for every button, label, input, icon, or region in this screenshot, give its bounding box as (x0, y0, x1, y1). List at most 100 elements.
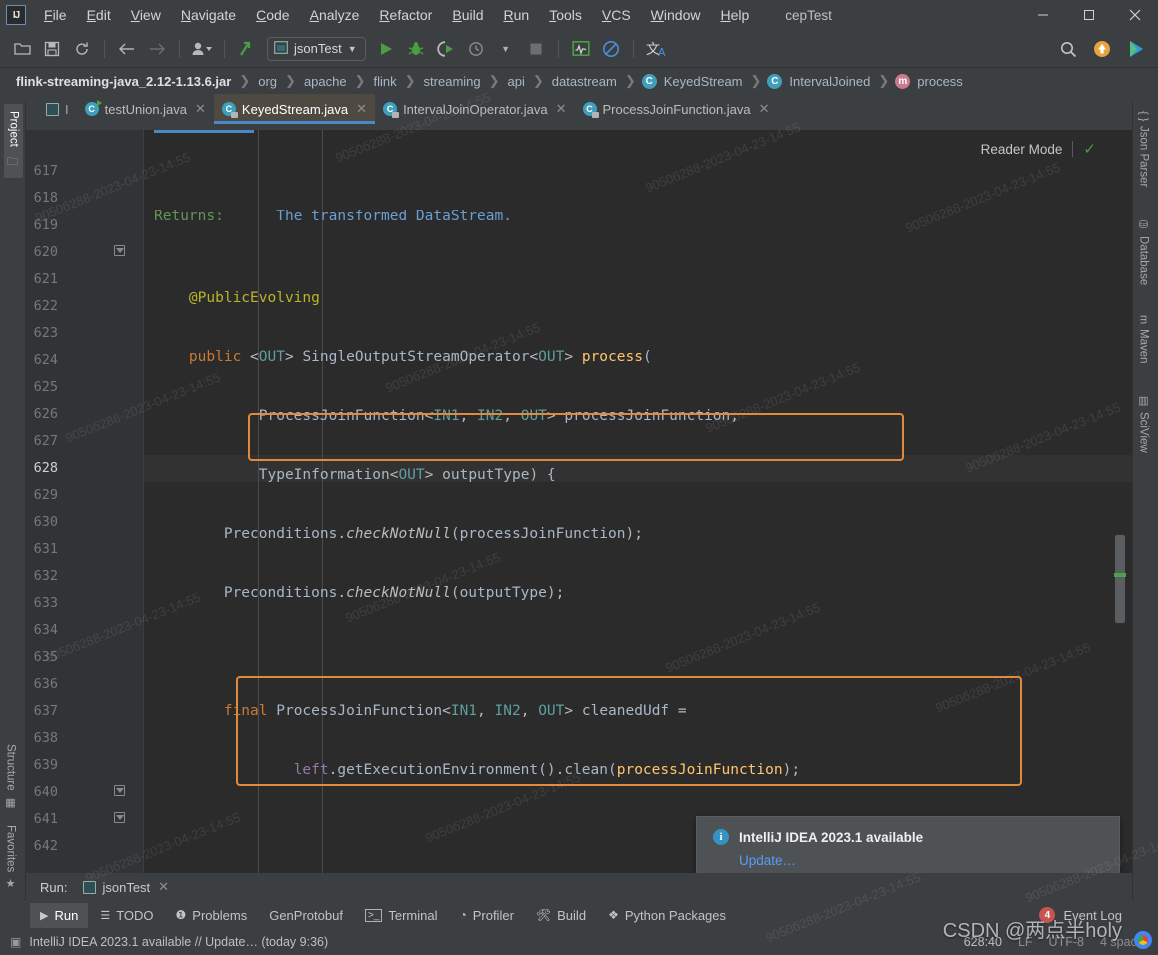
vcs-user-icon[interactable] (188, 36, 216, 62)
breadcrumb-keyedstream[interactable]: KeyedStream (662, 74, 745, 89)
breadcrumb-streaming[interactable]: streaming (422, 74, 483, 89)
breadcrumb-jar[interactable]: flink-streaming-java_2.12-1.13.6.jar (14, 74, 233, 89)
menu-code[interactable]: Code (246, 4, 299, 26)
refresh-icon[interactable] (68, 36, 96, 62)
toolwindow-python-packages[interactable]: ❖ Python Packages (598, 903, 736, 928)
run-triangle-icon: ▶ (40, 909, 49, 922)
search-icon[interactable] (1054, 36, 1082, 62)
status-message[interactable]: IntelliJ IDEA 2023.1 available // Update… (29, 935, 328, 949)
notification-update-link[interactable]: Update… (739, 853, 796, 868)
toolwindow-todo[interactable]: ☰ TODO (90, 903, 163, 928)
save-icon[interactable] (38, 36, 66, 62)
toolwindow-run[interactable]: ▶ Run (30, 902, 89, 928)
line-number: 630 (33, 514, 58, 530)
breadcrumb-datastream[interactable]: datastream (550, 74, 619, 89)
breadcrumb-separator: ❯ (878, 73, 890, 88)
monitor-icon[interactable] (567, 36, 595, 62)
toolbar-separator (557, 39, 559, 58)
editor-tab-intervaljoinoperator-java[interactable]: C IntervalJoinOperator.java ✕ (375, 94, 574, 124)
chevron-down-icon[interactable]: ▼ (492, 36, 520, 62)
breadcrumb-flink[interactable]: flink (372, 74, 399, 89)
close-icon[interactable]: ✕ (759, 101, 770, 117)
json-parser-label: Json Parser (1137, 126, 1150, 188)
divider (1072, 141, 1074, 157)
profile-icon[interactable] (462, 36, 490, 62)
menu-run[interactable]: Run (493, 4, 539, 26)
menu-file[interactable]: File (34, 4, 77, 26)
code-editor[interactable]: 617 618 619 620 621 622 623 624 625 626 … (26, 130, 1132, 901)
close-icon[interactable]: ✕ (556, 101, 567, 117)
breadcrumb-process[interactable]: process (915, 74, 965, 89)
editor-tab-processjoinfunction-java[interactable]: C ProcessJoinFunction.java ✕ (575, 94, 778, 124)
toolwindow-build[interactable]: 🛠 Build (526, 903, 596, 928)
editor-gutter[interactable]: 617 618 619 620 621 622 623 624 625 626 … (26, 130, 144, 901)
close-icon[interactable]: ✕ (356, 101, 367, 117)
menu-tools[interactable]: Tools (539, 4, 592, 26)
menu-vcs[interactable]: VCS (592, 4, 641, 26)
toolwindow-terminal[interactable]: >_ Terminal (355, 903, 448, 928)
run-icon[interactable] (372, 36, 400, 62)
menu-window[interactable]: Window (641, 4, 711, 26)
line-number: 624 (33, 352, 58, 368)
block-icon[interactable] (597, 36, 625, 62)
toolbar-separator (224, 39, 225, 58)
menu-edit[interactable]: Edit (77, 4, 121, 26)
fold-marker-icon[interactable] (114, 785, 125, 796)
breadcrumb-api[interactable]: api (506, 74, 527, 89)
run-tab-jsontest[interactable]: jsonTest ✕ (77, 876, 175, 904)
sidebar-item-structure[interactable]: Structure ▦ (4, 737, 17, 816)
project-name-label: cepTest (785, 7, 832, 23)
fold-marker-icon[interactable] (114, 812, 125, 823)
breadcrumb-org[interactable]: org (256, 74, 279, 89)
maximize-button[interactable] (1066, 0, 1112, 30)
reader-mode-indicator[interactable]: Reader Mode ✓ (981, 140, 1096, 158)
update-project-icon[interactable] (233, 36, 261, 62)
sidebar-item-project[interactable]: Project 🗀 (4, 104, 23, 178)
breadcrumb-apache[interactable]: apache (302, 74, 349, 89)
close-icon[interactable]: ✕ (158, 879, 169, 895)
debug-icon[interactable] (402, 36, 430, 62)
close-icon[interactable]: ✕ (195, 101, 206, 117)
menu-view[interactable]: View (121, 4, 171, 26)
editor-vertical-scrollbar[interactable] (1114, 130, 1126, 901)
run-tool-window-header: Run: jsonTest ✕ (26, 873, 1132, 904)
translate-icon[interactable]: 文A (642, 36, 674, 62)
forward-arrow-icon[interactable] (143, 36, 171, 62)
toolwindow-genprotobuf[interactable]: GenProtobuf (259, 903, 353, 928)
sidebar-item-favorites[interactable]: Favorites ★ (4, 818, 17, 897)
breadcrumb-intervaljoined[interactable]: IntervalJoined (787, 74, 872, 89)
menu-navigate[interactable]: Navigate (171, 4, 246, 26)
doc-returns-text: The transformed DataStream. (276, 210, 512, 224)
chevron-down-icon: ▼ (347, 43, 357, 54)
run-configuration-selector[interactable]: jsonTest ▼ (267, 36, 366, 61)
toolwindow-problems[interactable]: ❶ Problems (166, 903, 258, 928)
editor-tab-testunion-java[interactable]: C testUnion.java ✕ (77, 94, 214, 124)
code-text-area[interactable]: Returns: The transformed DataStream. @Pu… (144, 130, 1102, 901)
play-icon[interactable] (1122, 36, 1150, 62)
breadcrumb-separator: ❯ (624, 73, 636, 88)
sidebar-item-json-parser[interactable]: { } Json Parser (1137, 104, 1150, 195)
sidebar-item-maven[interactable]: m Maven (1137, 308, 1150, 371)
upload-icon[interactable] (1088, 36, 1116, 62)
menu-build[interactable]: Build (442, 4, 493, 26)
editor-tab-testunion[interactable]: I (38, 94, 77, 124)
sciview-icon: ▥ (1137, 393, 1149, 407)
sidebar-item-sciview[interactable]: ▥ SciView (1137, 387, 1150, 460)
menu-analyze[interactable]: Analyze (300, 4, 370, 26)
scrollbar-marker[interactable] (1114, 573, 1126, 577)
close-button[interactable] (1112, 0, 1158, 30)
stop-icon[interactable] (522, 36, 550, 62)
minimize-button[interactable] (1020, 0, 1066, 30)
scrollbar-thumb[interactable] (1115, 535, 1125, 623)
database-label: Database (1137, 235, 1150, 285)
menu-refactor[interactable]: Refactor (369, 4, 442, 26)
sidebar-item-database[interactable]: ⛁ Database (1137, 211, 1150, 292)
open-folder-icon[interactable] (8, 36, 36, 62)
run-coverage-icon[interactable] (432, 36, 460, 62)
menu-help[interactable]: Help (710, 4, 759, 26)
editor-tab-keyedstream-java[interactable]: C KeyedStream.java ✕ (213, 94, 376, 124)
back-arrow-icon[interactable] (113, 36, 141, 62)
todo-list-icon: ☰ (100, 909, 111, 922)
fold-marker-icon[interactable] (114, 245, 125, 256)
toolwindow-profiler[interactable]: ◔ Profiler (449, 903, 523, 928)
